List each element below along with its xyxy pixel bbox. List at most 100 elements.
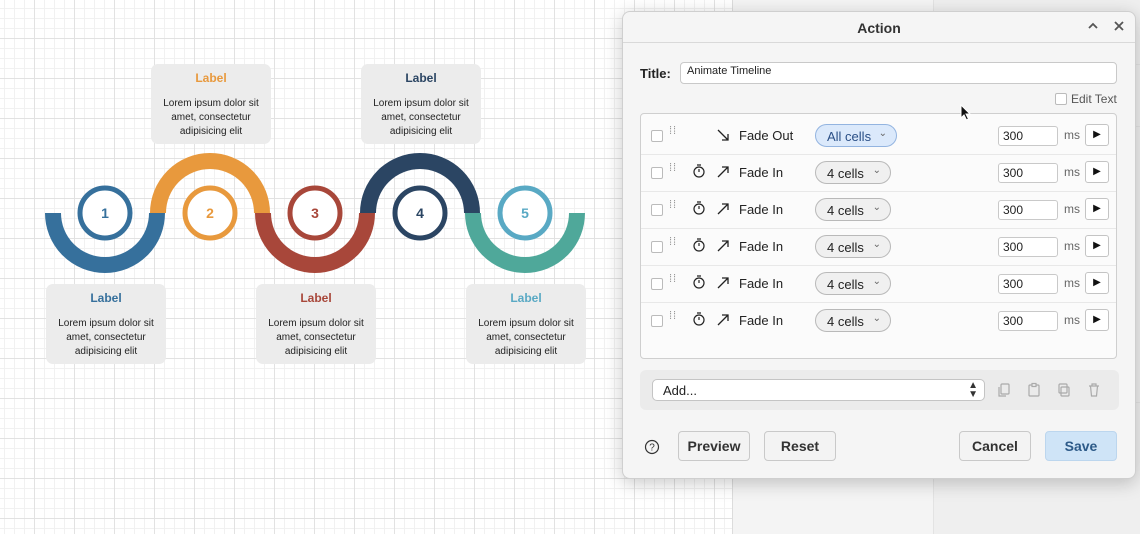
drag-handle-icon[interactable]: ⁞⁞ xyxy=(669,200,681,216)
step-3-card[interactable]: Label Lorem ipsum dolor sit amet, consec… xyxy=(256,284,376,364)
effect-label: Fade In xyxy=(739,239,784,254)
duration-input[interactable]: 300 xyxy=(998,311,1058,331)
unit-label: ms xyxy=(1064,202,1080,216)
row-checkbox[interactable] xyxy=(651,315,663,327)
chevron-down-icon: ⌄ xyxy=(872,276,881,287)
timer-icon[interactable] xyxy=(690,273,708,291)
row-checkbox[interactable] xyxy=(651,167,663,179)
target-value: 4 cells xyxy=(827,240,864,255)
play-button[interactable]: ▶ xyxy=(1085,198,1109,220)
trash-icon[interactable] xyxy=(1086,382,1102,398)
action-dialog: Action Title: Animate Timeline Edit Text… xyxy=(622,11,1136,479)
effect-label: Fade In xyxy=(739,276,784,291)
step-4-card[interactable]: Label Lorem ipsum dolor sit amet, consec… xyxy=(361,64,481,144)
step-3-ring[interactable]: 3 xyxy=(287,185,343,241)
step-2-card[interactable]: Label Lorem ipsum dolor sit amet, consec… xyxy=(151,64,271,144)
unit-label: ms xyxy=(1064,239,1080,253)
play-button[interactable]: ▶ xyxy=(1085,124,1109,146)
add-toolbar: Add... ▲ ▼ xyxy=(640,370,1119,410)
step-5-ring[interactable]: 5 xyxy=(497,185,553,241)
play-button[interactable]: ▶ xyxy=(1085,309,1109,331)
step-2-card-body: Lorem ipsum dolor sit amet, consectetur … xyxy=(163,98,259,137)
target-select[interactable]: 4 cells ⌄ xyxy=(815,235,891,258)
timer-icon[interactable] xyxy=(690,199,708,217)
step-row[interactable]: ⁞⁞ Fade In 4 cells ⌄ 300 ms ▶ xyxy=(641,192,1116,229)
step-4-ring[interactable]: 4 xyxy=(392,185,448,241)
timer-icon[interactable] xyxy=(690,162,708,180)
drag-handle-icon[interactable]: ⁞⁞ xyxy=(669,237,681,253)
duration-input[interactable]: 300 xyxy=(998,200,1058,220)
target-select[interactable]: 4 cells ⌄ xyxy=(815,272,891,295)
step-2-ring[interactable]: 2 xyxy=(182,185,238,241)
target-select[interactable]: 4 cells ⌄ xyxy=(815,198,891,221)
collapse-icon[interactable] xyxy=(1083,17,1103,37)
step-row[interactable]: ⁞⁞ Fade In 4 cells ⌄ 300 ms ▶ xyxy=(641,303,1116,340)
step-1-number: 1 xyxy=(101,205,109,221)
duration-input[interactable]: 300 xyxy=(998,163,1058,183)
step-row[interactable]: ⁞⁞ Fade In 4 cells ⌄ 300 ms ▶ xyxy=(641,229,1116,266)
step-row[interactable]: ⁞⁞ Fade In 4 cells ⌄ 300 ms ▶ xyxy=(641,266,1116,303)
dialog-header: Action xyxy=(623,12,1135,43)
chevron-down-icon: ⌄ xyxy=(872,202,881,213)
effect-label: Fade In xyxy=(739,313,784,328)
row-checkbox[interactable] xyxy=(651,278,663,290)
reset-button[interactable]: Reset xyxy=(764,431,836,461)
copy-icon[interactable] xyxy=(996,382,1012,398)
edit-text-toggle[interactable]: Edit Text xyxy=(1055,92,1117,106)
step-1-card[interactable]: Label Lorem ipsum dolor sit amet, consec… xyxy=(46,284,166,364)
play-button[interactable]: ▶ xyxy=(1085,161,1109,183)
title-label: Title: xyxy=(640,66,671,81)
steps-list: ⁞⁞ Fade Out All cells ⌄ 300 ms ▶ ⁞⁞ Fade… xyxy=(640,113,1117,359)
step-3-card-title: Label xyxy=(300,291,332,305)
play-button[interactable]: ▶ xyxy=(1085,235,1109,257)
close-icon[interactable] xyxy=(1109,17,1129,37)
effect-label: Fade In xyxy=(739,165,784,180)
paste-icon[interactable] xyxy=(1026,382,1042,398)
drag-handle-icon[interactable]: ⁞⁞ xyxy=(669,274,681,290)
target-select[interactable]: All cells ⌄ xyxy=(815,124,897,147)
chevron-down-icon: ⌄ xyxy=(878,128,887,139)
add-select-value: Add... xyxy=(663,383,697,398)
duration-input[interactable]: 300 xyxy=(998,237,1058,257)
svg-text:?: ? xyxy=(649,443,655,454)
target-value: 4 cells xyxy=(827,314,864,329)
step-row[interactable]: ⁞⁞ Fade In 4 cells ⌄ 300 ms ▶ xyxy=(641,155,1116,192)
row-checkbox[interactable] xyxy=(651,130,663,142)
arrow-up-right-icon xyxy=(717,277,729,289)
cancel-button[interactable]: Cancel xyxy=(959,431,1031,461)
step-5-card[interactable]: Label Lorem ipsum dolor sit amet, consec… xyxy=(466,284,586,364)
step-2-card-title: Label xyxy=(195,71,227,85)
chevron-down-icon: ⌄ xyxy=(872,165,881,176)
duplicate-icon[interactable] xyxy=(1056,382,1072,398)
drag-handle-icon[interactable]: ⁞⁞ xyxy=(669,311,681,327)
add-action-select[interactable]: Add... ▲ ▼ xyxy=(652,379,985,401)
timer-icon[interactable] xyxy=(690,310,708,328)
mouse-cursor-icon xyxy=(960,104,972,121)
title-input[interactable]: Animate Timeline xyxy=(680,62,1117,84)
drag-handle-icon[interactable]: ⁞⁞ xyxy=(669,126,681,142)
target-value: 4 cells xyxy=(827,203,864,218)
step-3-card-body: Lorem ipsum dolor sit amet, consectetur … xyxy=(268,318,364,357)
row-checkbox[interactable] xyxy=(651,204,663,216)
save-button[interactable]: Save xyxy=(1045,431,1117,461)
target-value: All cells xyxy=(827,129,872,144)
edit-text-checkbox[interactable] xyxy=(1055,93,1067,105)
step-5-card-title: Label xyxy=(510,291,542,305)
step-row[interactable]: ⁞⁞ Fade Out All cells ⌄ 300 ms ▶ xyxy=(641,118,1116,155)
target-value: 4 cells xyxy=(827,277,864,292)
preview-button[interactable]: Preview xyxy=(678,431,750,461)
help-icon[interactable]: ? xyxy=(644,439,660,455)
step-5-number: 5 xyxy=(521,205,529,221)
drag-handle-icon[interactable]: ⁞⁞ xyxy=(669,163,681,179)
step-1-ring[interactable]: 1 xyxy=(77,185,133,241)
timer-icon[interactable] xyxy=(690,236,708,254)
step-4-card-body: Lorem ipsum dolor sit amet, consectetur … xyxy=(373,98,469,137)
row-checkbox[interactable] xyxy=(651,241,663,253)
duration-input[interactable]: 300 xyxy=(998,126,1058,146)
duration-input[interactable]: 300 xyxy=(998,274,1058,294)
play-button[interactable]: ▶ xyxy=(1085,272,1109,294)
unit-label: ms xyxy=(1064,276,1080,290)
target-select[interactable]: 4 cells ⌄ xyxy=(815,161,891,184)
step-1-card-title: Label xyxy=(90,291,122,305)
target-select[interactable]: 4 cells ⌄ xyxy=(815,309,891,332)
